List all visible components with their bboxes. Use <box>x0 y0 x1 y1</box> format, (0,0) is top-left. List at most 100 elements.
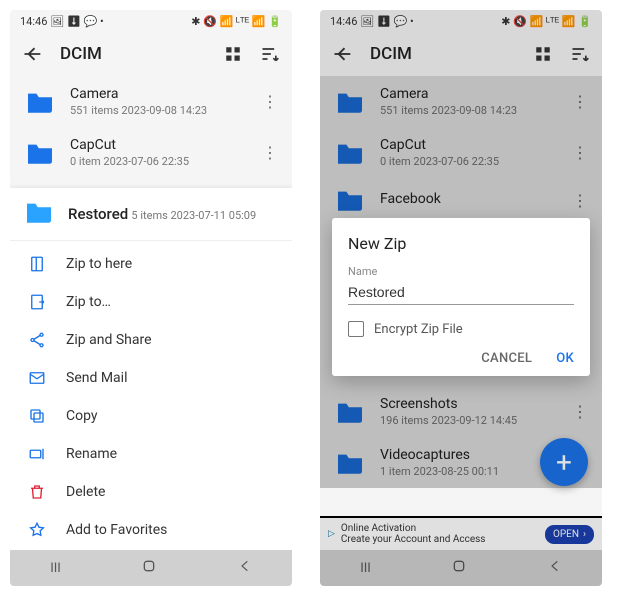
nav-recents-icon[interactable]: III <box>360 561 371 576</box>
status-time: 14:46 🖼 ⬇ 💬 • <box>20 15 104 28</box>
menu-add-favorites[interactable]: Add to Favorites <box>10 511 292 549</box>
plus-icon: + <box>556 446 572 479</box>
list-item[interactable]: Facebook ⋮ <box>320 178 602 222</box>
chevron-right-icon: › <box>583 529 586 540</box>
folder-list: Camera 551 items 2023-09-08 14:23 ⋮ CapC… <box>10 76 292 178</box>
status-time: 14:46 🖼 ⬇ 💬 • <box>330 15 414 28</box>
list-item[interactable]: Screenshots196 items 2023-09-12 14:45 ⋮ <box>320 386 602 437</box>
menu-rename[interactable]: Rename <box>10 435 292 473</box>
item-name: Videocaptures <box>380 447 558 463</box>
more-icon[interactable]: ⋮ <box>572 191 590 210</box>
menu-label: Add to Favorites <box>66 522 167 538</box>
folder-icon <box>24 90 56 114</box>
context-sheet: Restored 5 items 2023-07-11 05:09 Zip to… <box>10 188 292 586</box>
new-zip-dialog: New Zip Name Encrypt Zip File CANCEL OK <box>332 218 590 376</box>
status-right: ✱ 🔇 📶 ᴸᵀᴱ 📶 🔋 <box>191 15 282 28</box>
phone-right: 14:46 🖼 ⬇ 💬 • ✱ 🔇 📶 ᴸᵀᴱ 📶 🔋 DCIM Camera 5… <box>320 10 602 586</box>
list-item[interactable]: CapCut 0 item 2023-07-06 22:35 ⋮ <box>10 127 292 178</box>
ad-banner[interactable]: ▷ Online ActivationCreate your Account a… <box>320 516 602 550</box>
view-grid-icon[interactable] <box>224 44 242 64</box>
back-icon[interactable] <box>332 44 352 64</box>
item-sub: 0 item 2023-07-06 22:35 <box>380 155 558 168</box>
page-title: DCIM <box>370 44 516 64</box>
copy-icon <box>26 407 48 425</box>
zip-icon <box>26 255 48 273</box>
folder-icon <box>334 400 366 424</box>
nav-home-icon[interactable] <box>451 558 467 578</box>
folder-icon <box>334 90 366 114</box>
item-name: CapCut <box>70 137 248 153</box>
mail-icon <box>26 369 48 387</box>
more-icon[interactable]: ⋮ <box>572 143 590 162</box>
ad-choices-icon[interactable]: ▷ <box>328 529 335 539</box>
list-item[interactable]: Camera 551 items 2023-09-08 14:23 ⋮ <box>10 76 292 127</box>
list-item[interactable]: Camera 551 items 2023-09-08 14:23 ⋮ <box>320 76 602 127</box>
menu-label: Zip to… <box>66 294 111 310</box>
share-icon <box>26 331 48 349</box>
encrypt-label: Encrypt Zip File <box>374 322 463 337</box>
item-name: Camera <box>380 86 558 102</box>
sort-icon[interactable] <box>570 44 590 64</box>
selected-folder: Restored 5 items 2023-07-11 05:09 <box>10 188 292 241</box>
nav-back-icon[interactable] <box>548 559 562 577</box>
item-sub: 1 item 2023-08-25 00:11 <box>380 465 558 478</box>
menu-send-mail[interactable]: Send Mail <box>10 359 292 397</box>
context-menu: Zip to here Zip to… Zip and Share Send M… <box>10 241 292 586</box>
sort-icon[interactable] <box>260 44 280 64</box>
folder-icon <box>24 141 56 165</box>
zip-name-input[interactable] <box>348 280 574 305</box>
rename-icon <box>26 445 48 463</box>
back-icon[interactable] <box>22 44 42 64</box>
view-grid-icon[interactable] <box>534 44 552 64</box>
folder-icon <box>334 451 366 475</box>
menu-label: Copy <box>66 408 98 424</box>
app-bar: DCIM <box>320 32 602 76</box>
phone-left: 14:46 🖼 ⬇ 💬 • ✱ 🔇 📶 ᴸᵀᴱ 📶 🔋 DCIM Camera … <box>10 10 292 586</box>
menu-copy[interactable]: Copy <box>10 397 292 435</box>
menu-label: Send Mail <box>66 370 127 386</box>
item-name: Camera <box>70 86 248 102</box>
menu-label: Rename <box>66 446 117 462</box>
status-bar: 14:46 🖼 ⬇ 💬 • ✱ 🔇 📶 ᴸᵀᴱ 📶 🔋 <box>320 10 602 32</box>
menu-label: Delete <box>66 484 105 500</box>
item-name: CapCut <box>380 137 558 153</box>
encrypt-row[interactable]: Encrypt Zip File <box>348 321 574 337</box>
item-sub: 551 items 2023-09-08 14:23 <box>70 104 248 117</box>
dialog-title: New Zip <box>348 234 574 253</box>
item-sub: 196 items 2023-09-12 14:45 <box>380 414 558 427</box>
more-icon[interactable]: ⋮ <box>572 92 590 111</box>
nav-bar: III <box>10 550 292 586</box>
more-icon[interactable]: ⋮ <box>262 92 280 111</box>
nav-bar: III <box>320 550 602 586</box>
folder-icon <box>334 141 366 165</box>
selected-name: Restored <box>68 205 128 223</box>
trash-icon <box>26 483 48 501</box>
star-icon <box>26 521 48 539</box>
name-label: Name <box>348 265 574 278</box>
menu-zip-to[interactable]: Zip to… <box>10 283 292 321</box>
list-item[interactable]: CapCut 0 item 2023-07-06 22:35 ⋮ <box>320 127 602 178</box>
page-title: DCIM <box>60 44 206 64</box>
fab-add[interactable]: + <box>540 438 588 486</box>
encrypt-checkbox[interactable] <box>348 321 364 337</box>
status-bar: 14:46 🖼 ⬇ 💬 • ✱ 🔇 📶 ᴸᵀᴱ 📶 🔋 <box>10 10 292 32</box>
nav-recents-icon[interactable]: III <box>50 561 61 576</box>
menu-zip-share[interactable]: Zip and Share <box>10 321 292 359</box>
ad-text: Online ActivationCreate your Account and… <box>341 523 539 545</box>
more-icon[interactable]: ⋮ <box>262 143 280 162</box>
nav-back-icon[interactable] <box>238 559 252 577</box>
more-icon[interactable]: ⋮ <box>572 402 590 421</box>
menu-delete[interactable]: Delete <box>10 473 292 511</box>
folder-icon <box>24 200 54 228</box>
status-right: ✱ 🔇 📶 ᴸᵀᴱ 📶 🔋 <box>501 15 592 28</box>
cancel-button[interactable]: CANCEL <box>481 351 532 366</box>
folder-icon <box>334 188 366 212</box>
zip-to-icon <box>26 293 48 311</box>
ad-open-button[interactable]: OPEN › <box>545 525 594 544</box>
item-sub: 551 items 2023-09-08 14:23 <box>380 104 558 117</box>
menu-zip-here[interactable]: Zip to here <box>10 245 292 283</box>
item-name: Facebook <box>380 191 558 207</box>
menu-label: Zip to here <box>66 256 132 272</box>
nav-home-icon[interactable] <box>141 558 157 578</box>
ok-button[interactable]: OK <box>556 351 574 366</box>
